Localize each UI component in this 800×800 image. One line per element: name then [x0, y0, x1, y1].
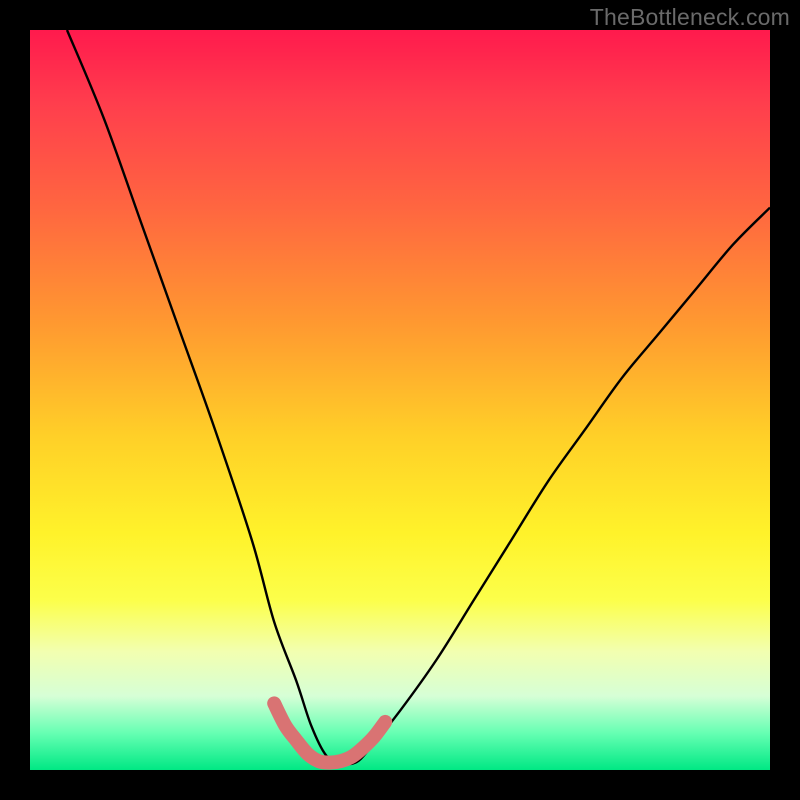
- chart-frame: TheBottleneck.com: [0, 0, 800, 800]
- watermark-text: TheBottleneck.com: [590, 4, 790, 31]
- highlight-u: [274, 703, 385, 762]
- curve-layer: [30, 30, 770, 770]
- bottleneck-curve: [67, 30, 770, 764]
